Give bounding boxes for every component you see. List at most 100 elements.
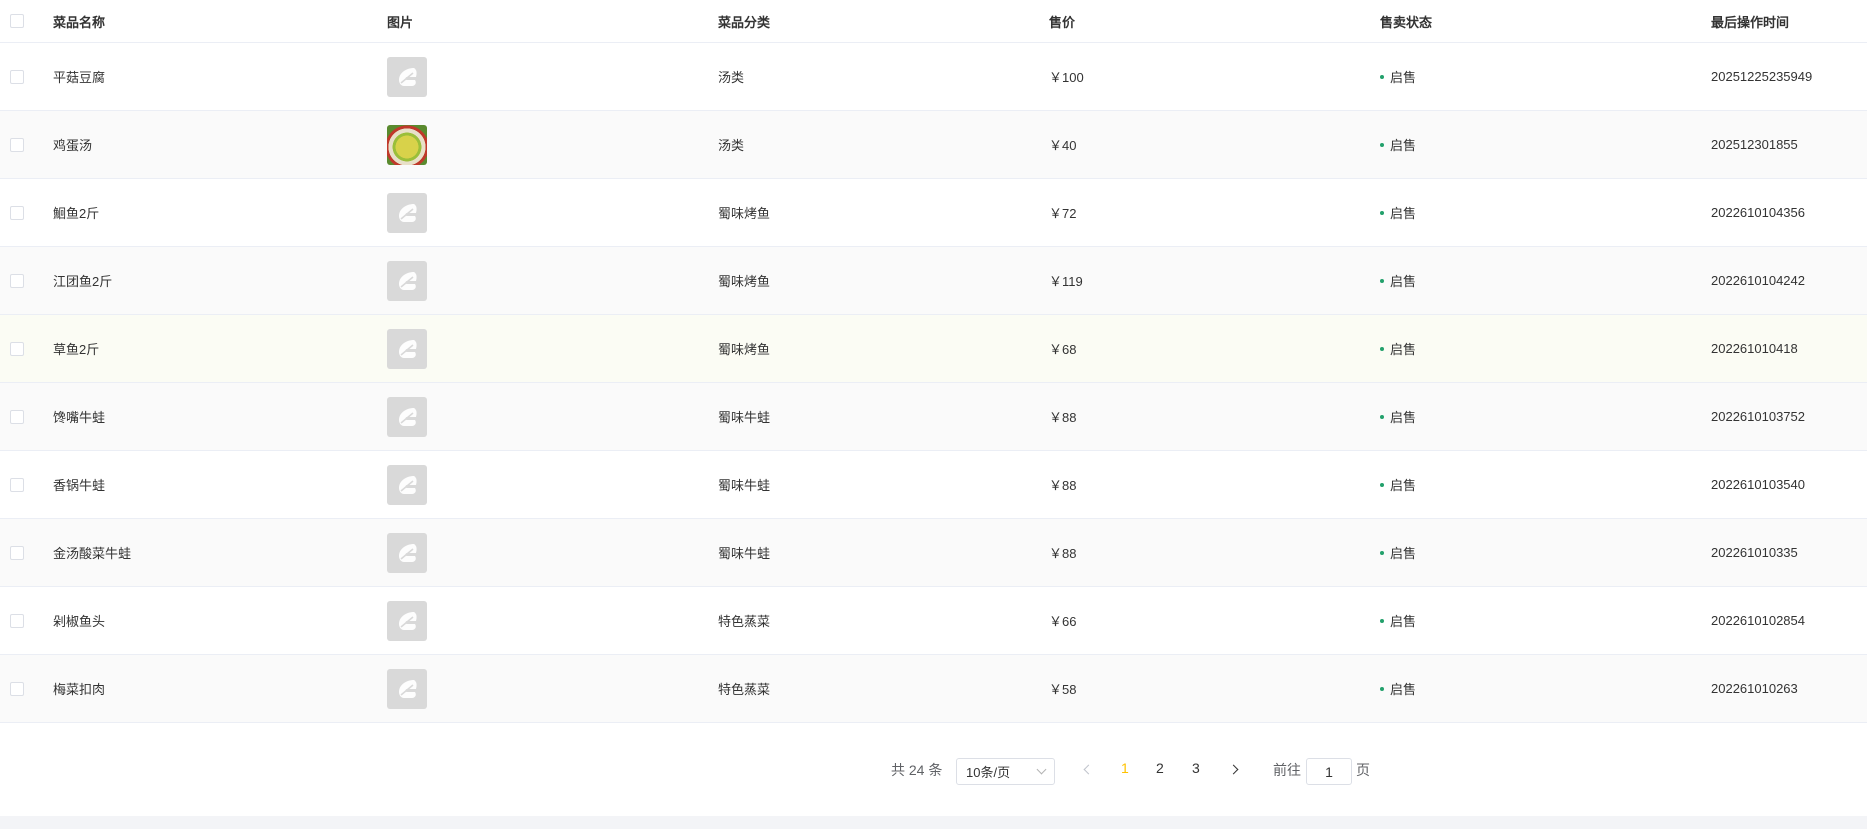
status-dot-icon [1380,550,1384,555]
row-checkbox[interactable] [10,137,24,152]
row-checkbox[interactable] [10,545,24,560]
placeholder-image[interactable] [387,260,427,301]
dish-image-cell [387,451,427,518]
dish-price: ￥88 [1049,478,1077,493]
page-size-value: 10条/页 [966,765,1011,780]
row-checkbox[interactable] [10,341,24,356]
table-row: 馋嘴牛蛙 蜀味牛蛙 ￥88 启售 2022610103752 [0,383,1867,451]
sale-status: 启售 [1380,111,1416,178]
table-row: 江团鱼2斤 蜀味烤鱼 ￥119 启售 2022610104242 [0,247,1867,315]
last-updated-time: 20251225235949 [1711,69,1813,84]
dish-image-cell [387,43,427,110]
pagination: 共 24 条 10条/页 1 2 3 前往 页 [0,758,1867,785]
last-updated-time: 202512301855 [1711,137,1798,152]
placeholder-image[interactable] [387,396,427,437]
goto-label: 前往 [1273,762,1301,778]
row-check-cell [10,179,24,246]
dish-name: 金汤酸菜牛蛙 [53,546,132,561]
page-3-button[interactable]: 3 [1192,760,1200,776]
placeholder-image[interactable] [387,328,427,369]
dish-category: 特色蒸菜 [718,682,771,697]
status-text: 启售 [1390,342,1417,357]
header-image: 图片 [387,14,414,30]
dish-price: ￥58 [1049,682,1077,697]
last-updated-time: 202261010263 [1711,681,1798,696]
dish-price: ￥88 [1049,410,1077,425]
header-name: 菜品名称 [53,14,106,30]
last-updated-time: 2022610104356 [1711,205,1805,220]
header-time: 最后操作时间 [1711,14,1790,30]
placeholder-image[interactable] [387,56,427,97]
dish-name: 江团鱼2斤 [53,274,113,289]
placeholder-logo-icon [399,271,417,290]
row-check-cell [10,587,24,654]
row-check-cell [10,43,24,110]
status-dot-icon [1380,142,1384,147]
select-all-checkbox[interactable] [10,14,24,28]
row-checkbox[interactable] [10,681,24,696]
status-text: 启售 [1390,274,1417,289]
placeholder-logo-icon [399,339,417,358]
placeholder-logo-icon [399,203,417,222]
row-check-cell [10,519,24,586]
placeholder-image[interactable] [387,532,427,573]
dish-price: ￥100 [1049,70,1084,85]
placeholder-logo-icon [399,611,417,630]
row-checkbox[interactable] [10,477,24,492]
row-checkbox[interactable] [10,205,24,220]
sale-status: 启售 [1380,587,1416,654]
row-check-cell [10,655,24,722]
dish-category: 蜀味牛蛙 [718,478,771,493]
dish-category: 蜀味牛蛙 [718,546,771,561]
page-1-button[interactable]: 1 [1121,760,1129,776]
last-updated-time: 2022610102854 [1711,613,1805,628]
sale-status: 启售 [1380,383,1416,450]
placeholder-logo-icon [399,543,417,562]
dish-name: 鸡蛋汤 [53,138,93,153]
goto-page-input[interactable] [1306,758,1352,785]
next-page-button[interactable] [1227,763,1241,777]
dish-price: ￥88 [1049,546,1077,561]
prev-page-button[interactable] [1080,763,1094,777]
row-checkbox[interactable] [10,273,24,288]
last-updated-time: 2022610103540 [1711,477,1805,492]
dish-name: 平菇豆腐 [53,70,106,85]
dish-table: 菜品名称 图片 菜品分类 售价 售卖状态 最后操作时间 平菇豆腐 汤类 ￥100 启售… [0,0,1867,723]
row-checkbox[interactable] [10,613,24,628]
status-text: 启售 [1390,478,1417,493]
table-row: 鸡蛋汤 汤类 ￥40 启售 202512301855 [0,111,1867,179]
page-size-select[interactable]: 10条/页 [956,758,1055,785]
placeholder-image[interactable] [387,192,427,233]
status-dot-icon [1380,278,1384,283]
dish-price: ￥66 [1049,614,1077,629]
placeholder-logo-icon [399,67,417,86]
row-check-cell [10,247,24,314]
table-row: 平菇豆腐 汤类 ￥100 启售 20251225235949 [0,43,1867,111]
table-row: 鮰鱼2斤 蜀味烤鱼 ￥72 启售 2022610104356 [0,179,1867,247]
row-check-cell [10,111,24,178]
status-dot-icon [1380,482,1384,487]
row-checkbox[interactable] [10,69,24,84]
row-check-cell [10,451,24,518]
chevron-left-icon [1083,764,1094,775]
sale-status: 启售 [1380,519,1416,586]
dish-image-cell [387,179,427,246]
status-dot-icon [1380,74,1384,79]
dish-category: 汤类 [718,138,745,153]
dish-category: 蜀味烤鱼 [718,206,771,221]
dish-name: 馋嘴牛蛙 [53,410,106,425]
sale-status: 启售 [1380,655,1416,722]
status-text: 启售 [1390,546,1417,561]
page-suffix: 页 [1356,762,1370,778]
status-dot-icon [1380,686,1384,691]
placeholder-image[interactable] [387,600,427,641]
placeholder-logo-icon [399,407,417,426]
dish-photo[interactable] [387,124,427,165]
last-updated-time: 2022610103752 [1711,409,1805,424]
page-2-button[interactable]: 2 [1156,760,1164,776]
row-checkbox[interactable] [10,409,24,424]
placeholder-image[interactable] [387,668,427,709]
dish-name: 草鱼2斤 [53,342,100,357]
dish-price: ￥72 [1049,206,1077,221]
placeholder-image[interactable] [387,464,427,505]
